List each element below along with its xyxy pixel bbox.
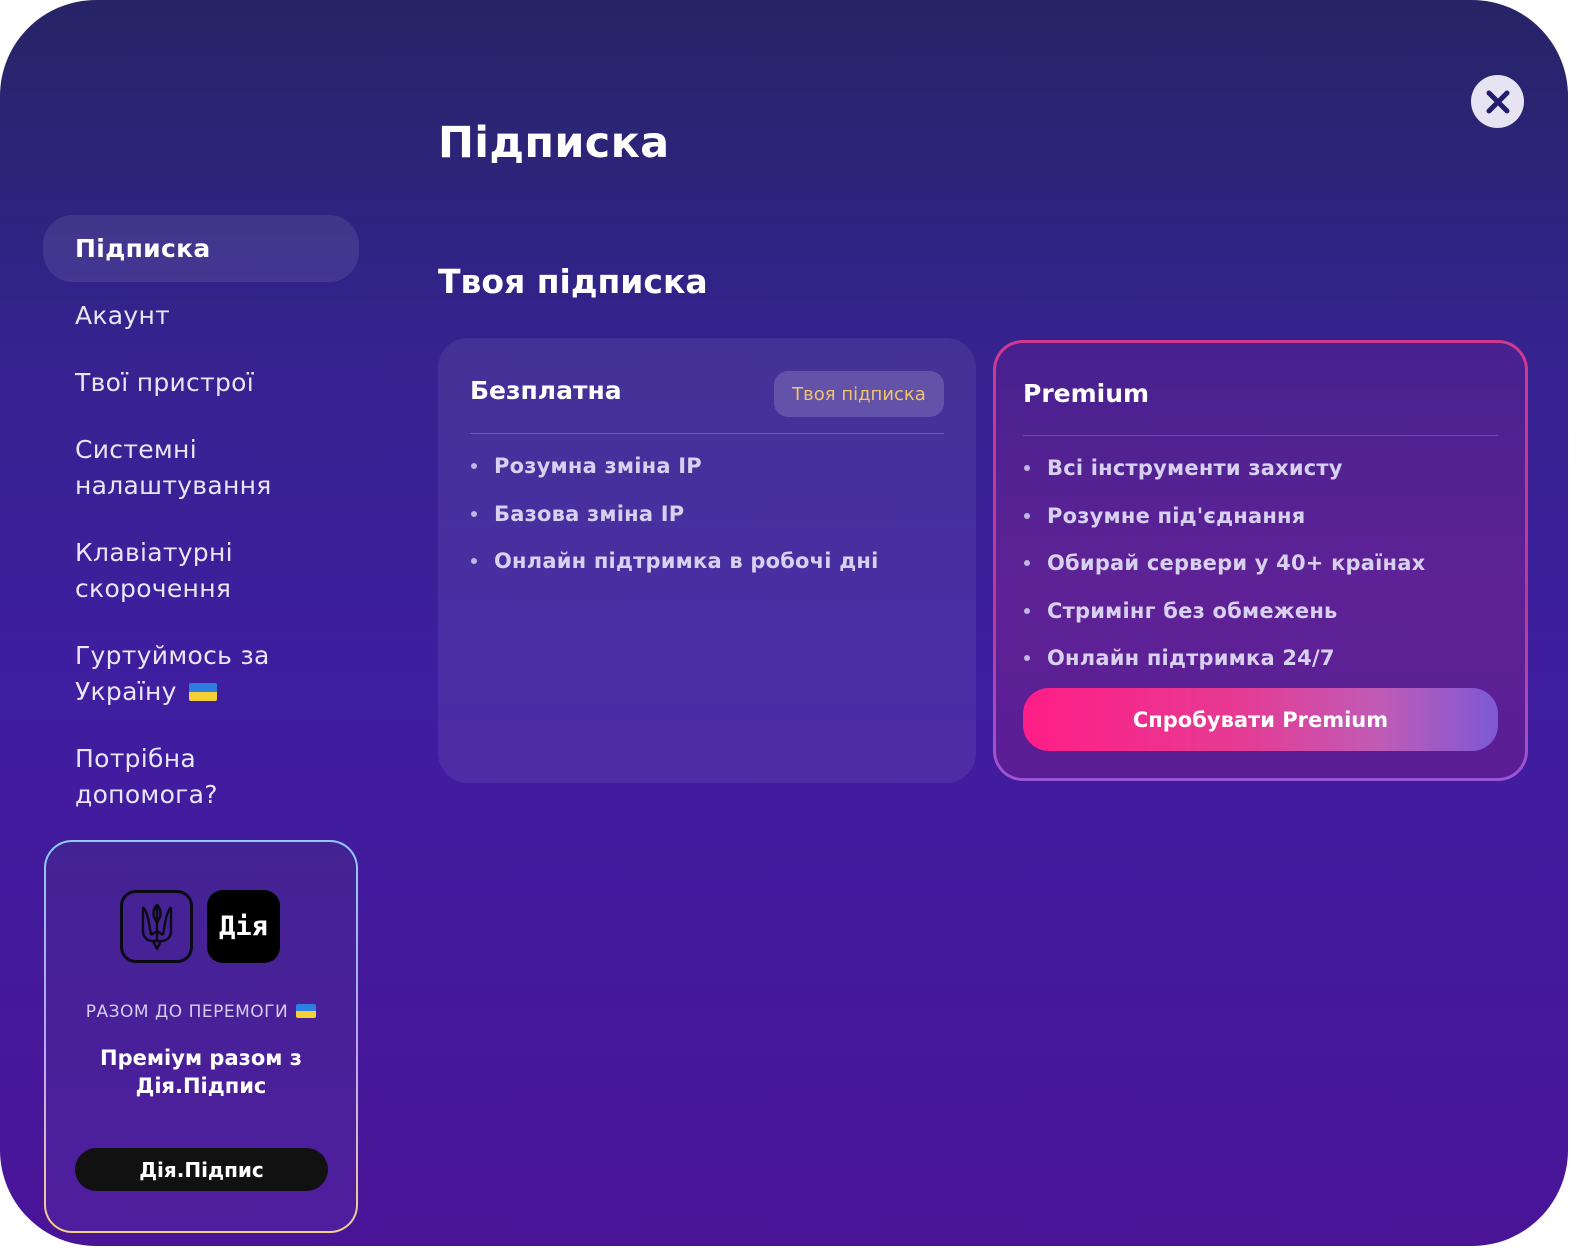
page-title: Підписка	[438, 118, 670, 168]
diia-promo-card: Дія РАЗОМ ДО ПЕРЕМОГИ Преміум разом з Ді…	[44, 840, 358, 1233]
divider	[1023, 435, 1498, 436]
plan-card-free: Безплатна Твоя підписка Розумна зміна IP…	[438, 338, 976, 783]
sidebar-item-support-ukraine[interactable]: Гуртуймось за Україну	[43, 622, 359, 725]
plan-name: Безплатна	[470, 376, 622, 405]
promo-title: Преміум разом з Дія.Підпис	[100, 1046, 302, 1098]
sidebar-item-label: Гуртуймось за Україну	[75, 641, 270, 706]
feature-item: Онлайн підтримка 24/7	[1023, 640, 1425, 688]
sidebar-item-devices[interactable]: Твої пристрої	[43, 349, 359, 416]
feature-list: Всі інструменти захисту Розумне під'єдна…	[1023, 450, 1425, 688]
feature-item: Розумна зміна IP	[470, 448, 878, 496]
section-title: Твоя підписка	[438, 262, 708, 301]
feature-item: Розумне під'єднання	[1023, 498, 1425, 546]
plan-name: Premium	[1023, 379, 1150, 408]
sidebar-item-help[interactable]: Потрібна допомога?	[43, 725, 359, 828]
sidebar-item-label: Підписка	[75, 233, 211, 263]
sidebar-item-label: Акаунт	[75, 300, 171, 330]
sidebar-item-account[interactable]: Акаунт	[43, 282, 359, 349]
sidebar-item-keyboard-shortcuts[interactable]: Клавіатурні скорочення	[43, 519, 359, 622]
feature-item: Стримінг без обмежень	[1023, 593, 1425, 641]
sidebar-item-system-settings[interactable]: Системні налаштування	[43, 416, 359, 519]
feature-item: Всі інструменти захисту	[1023, 450, 1425, 498]
sidebar-item-label: Клавіатурні скорочення	[75, 538, 233, 603]
close-button[interactable]	[1471, 75, 1524, 128]
diia-logo: Дія	[207, 890, 280, 963]
sidebar-item-label: Твої пристрої	[75, 367, 254, 397]
ukraine-flag-icon	[296, 1004, 317, 1018]
trident-icon	[120, 890, 193, 963]
diia-signature-button[interactable]: Дія.Підпис	[75, 1148, 328, 1191]
feature-item: Онлайн підтримка в робочі дні	[470, 543, 878, 591]
feature-list: Розумна зміна IP Базова зміна IP Онлайн …	[470, 448, 878, 591]
sidebar-item-label: Системні налаштування	[75, 435, 272, 500]
settings-window: Підписка Підписка Акаунт Твої пристрої С…	[0, 0, 1568, 1246]
sidebar-item-label: Потрібна допомога?	[75, 744, 218, 809]
promo-logos: Дія	[120, 890, 280, 963]
close-icon	[1486, 90, 1509, 113]
ukraine-flag-icon	[188, 683, 217, 701]
divider	[470, 433, 944, 434]
promo-eyebrow: РАЗОМ ДО ПЕРЕМОГИ	[46, 1002, 356, 1022]
sidebar-item-subscription[interactable]: Підписка	[43, 215, 359, 282]
current-plan-badge: Твоя підписка	[774, 371, 944, 417]
feature-item: Обирай сервери у 40+ країнах	[1023, 545, 1425, 593]
plan-card-premium: Premium Всі інструменти захисту Розумне …	[993, 340, 1528, 781]
feature-item: Базова зміна IP	[470, 496, 878, 544]
sidebar-nav: Підписка Акаунт Твої пристрої Системні н…	[43, 215, 359, 828]
try-premium-button[interactable]: Спробувати Premium	[1023, 688, 1498, 751]
promo-eyebrow-text: РАЗОМ ДО ПЕРЕМОГИ	[85, 1002, 289, 1022]
